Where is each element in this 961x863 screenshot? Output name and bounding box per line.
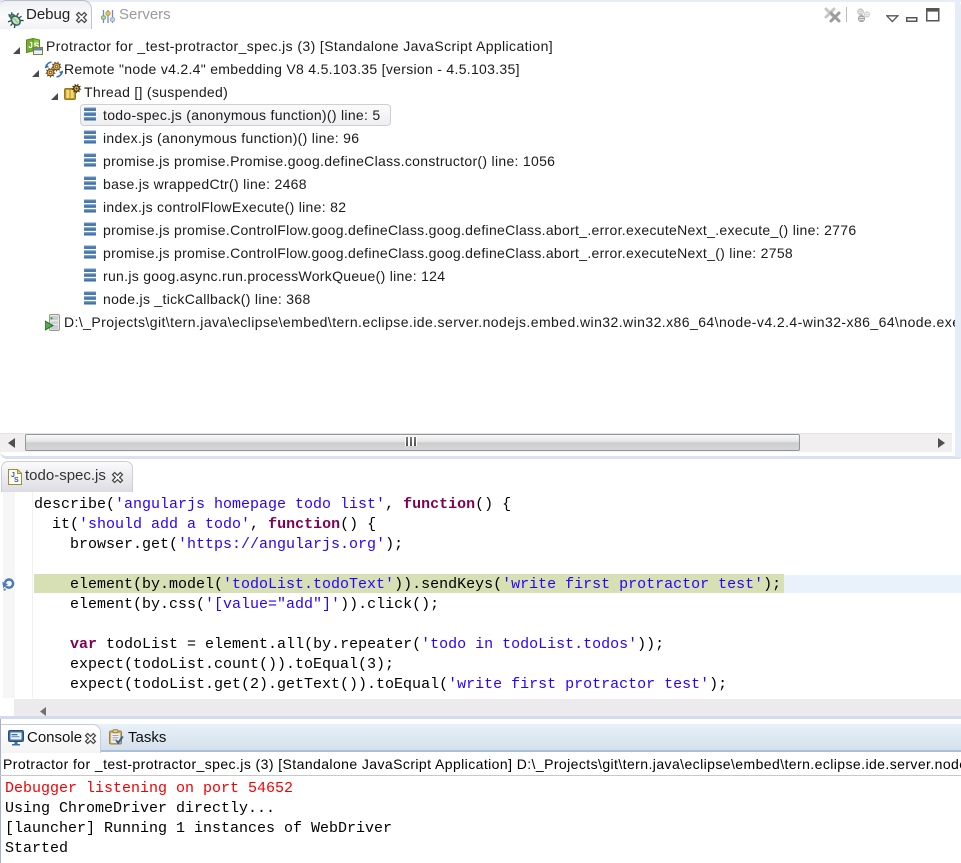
svg-text:J: J (28, 40, 33, 50)
svg-text:S: S (14, 477, 19, 484)
